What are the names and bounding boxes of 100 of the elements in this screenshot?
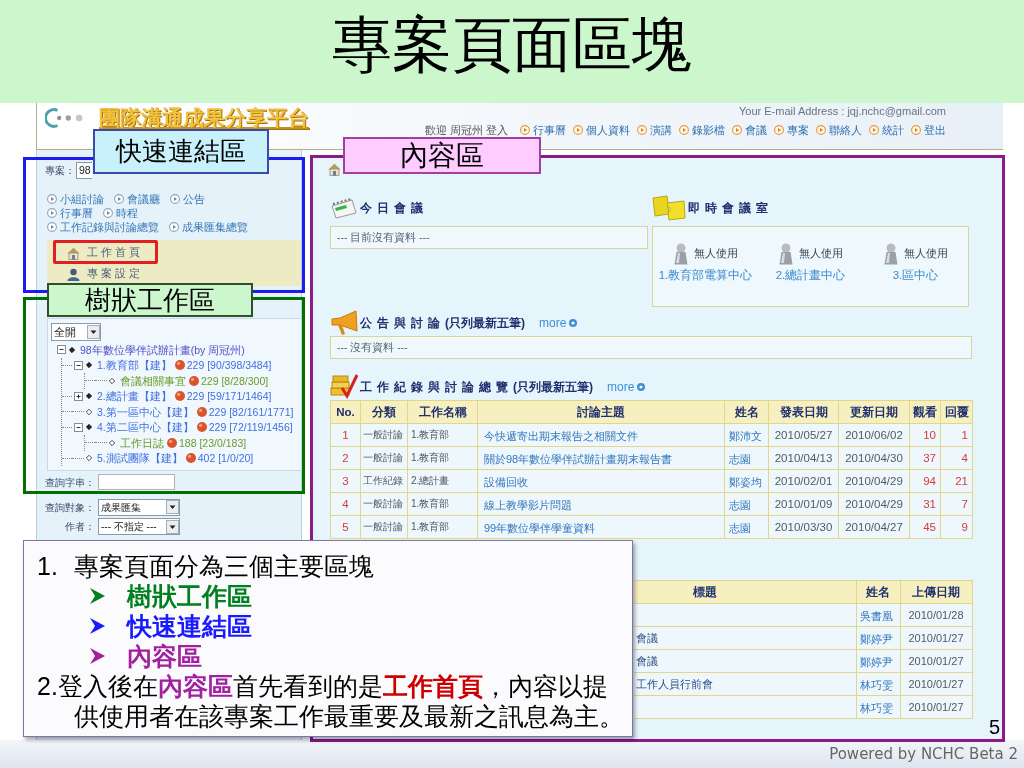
tree-item[interactable]: 2.總計畫【建】 xyxy=(97,389,172,404)
table-cell: 工作紀錄 xyxy=(360,469,408,493)
nav-link[interactable]: 專案 xyxy=(774,124,809,136)
dot-icon xyxy=(569,319,578,327)
room-link[interactable]: 1.教育部電算中心 xyxy=(658,268,753,282)
nav-link[interactable]: 錄影檔 xyxy=(679,124,725,136)
arrow-circle-icon xyxy=(911,125,921,135)
topic-link[interactable]: 設備回收 xyxy=(484,475,528,488)
search-input[interactable] xyxy=(98,474,175,490)
tree-item[interactable]: 98年數位學伴試辦計畫(by 周冠州) xyxy=(80,342,245,357)
region-label: 樹狀工作區 xyxy=(47,283,253,317)
table-cell: 2.總計畫 xyxy=(407,469,478,493)
filter-select[interactable]: 成果匯集 xyxy=(98,498,180,516)
table-cell: 2 xyxy=(330,446,361,470)
table-cell: 2010/01/27 xyxy=(900,695,972,719)
megaphone-icon xyxy=(330,310,358,336)
nav-link[interactable]: 登出 xyxy=(911,124,946,136)
more-link[interactable]: more xyxy=(607,378,646,396)
nav-link[interactable]: 聯絡人 xyxy=(816,124,862,136)
table-cell: 9 xyxy=(940,515,973,539)
arrow-circle-icon xyxy=(47,222,57,232)
room-link[interactable]: 2.總計畫中心 xyxy=(775,268,846,282)
arrow-circle-icon xyxy=(774,125,784,135)
menu-item[interactable]: 工作首頁 xyxy=(47,246,301,260)
table-cell: 2010/04/30 xyxy=(838,446,910,470)
room-link[interactable]: 3.區中心 xyxy=(892,268,939,282)
tree-item[interactable]: 會議相關事宜 xyxy=(120,373,186,388)
table-cell: 1.教育部 xyxy=(407,446,478,470)
room-status: 無人使用 xyxy=(693,246,738,262)
column-header: 姓名 xyxy=(856,580,900,604)
table-cell: 2010/04/29 xyxy=(838,492,910,516)
collapse-toggle-icon[interactable] xyxy=(56,345,66,355)
column-header: 工作名稱 xyxy=(407,400,478,424)
collapse-toggle-icon[interactable] xyxy=(73,422,83,432)
ball-icon xyxy=(167,437,177,448)
table-cell: 21 xyxy=(940,469,973,493)
quick-link[interactable]: 時程 xyxy=(103,206,138,220)
table-cell: 4 xyxy=(330,492,361,516)
nav-link[interactable]: 行事曆 xyxy=(520,124,566,136)
slide-title: 專案頁面區塊 xyxy=(332,14,692,80)
table-cell: 2010/02/01 xyxy=(768,469,839,493)
table-cell: 2010/01/09 xyxy=(768,492,839,516)
table-cell: 2010/05/27 xyxy=(768,423,839,447)
quick-link[interactable]: 工作記錄與討論總覽 xyxy=(47,220,159,234)
tree-item[interactable]: 5.測試團隊【建】 xyxy=(97,451,183,466)
project-select[interactable]: 98 xyxy=(76,162,92,179)
tree-item-count: 229 [82/161/1771] xyxy=(208,404,294,419)
quick-link[interactable]: 小組討論 xyxy=(47,192,104,206)
tree-item-count: 188 [23/0/183] xyxy=(179,435,247,450)
nav-link[interactable]: 個人資料 xyxy=(573,124,630,136)
callout-text: 專案頁面分為三個主要區塊 xyxy=(74,551,374,581)
arrow-circle-icon xyxy=(679,125,689,135)
nav-link[interactable]: 統計 xyxy=(869,124,904,136)
arrow-circle-icon xyxy=(869,125,879,135)
expand-select[interactable]: 全開 xyxy=(51,323,101,341)
tree-item[interactable]: 1.教育部【建】 xyxy=(97,358,172,373)
table-cell: 1 xyxy=(330,423,361,447)
quick-link[interactable]: 行事曆 xyxy=(47,206,93,220)
table-cell: 2010/03/30 xyxy=(768,515,839,539)
quick-link[interactable]: 成果匯集總覽 xyxy=(169,220,248,234)
room-status: 無人使用 xyxy=(798,246,843,262)
expand-toggle-icon[interactable] xyxy=(73,391,83,401)
nav-link[interactable]: 演講 xyxy=(637,124,672,136)
puzzle-icon xyxy=(652,195,686,221)
arrow-circle-icon xyxy=(114,194,124,204)
quick-link[interactable]: 公告 xyxy=(170,192,205,206)
person-icon xyxy=(67,267,80,281)
house-icon xyxy=(328,163,341,176)
footer-text: Powered by NCHC Beta 2 xyxy=(829,743,1018,765)
menu-item[interactable]: 專案設定 xyxy=(47,267,301,281)
table-cell: 1.教育部 xyxy=(407,423,478,447)
table-cell: 一般討論 xyxy=(360,446,408,470)
column-header: 更新日期 xyxy=(838,400,910,424)
collapse-toggle-icon[interactable] xyxy=(73,360,83,370)
tree-item[interactable]: 工作日誌 xyxy=(120,435,164,450)
logo-icon xyxy=(45,108,85,128)
quick-link[interactable]: 會議廳 xyxy=(114,192,160,206)
arrow-bullet-icon xyxy=(90,648,105,664)
table-cell: 2010/01/27 xyxy=(900,649,972,673)
filter-select[interactable]: --- 不指定 --- xyxy=(98,518,180,535)
topic-link[interactable]: 線上教學影片問題 xyxy=(484,498,572,511)
bullet-text: 樹狀工作區 xyxy=(127,581,252,611)
column-header: 討論主題 xyxy=(477,400,725,424)
arrow-circle-icon xyxy=(170,194,180,204)
table-cell: 10 xyxy=(909,423,941,447)
tree-item[interactable]: 3.第一區中心【建】 xyxy=(97,404,194,419)
table-cell: 5 xyxy=(330,515,361,539)
table-cell: 2010/01/27 xyxy=(900,626,972,650)
page-number: 5 xyxy=(989,716,1001,738)
diamond-icon xyxy=(109,439,115,446)
nav-link[interactable]: 會議 xyxy=(732,124,767,136)
more-link[interactable]: more xyxy=(539,314,578,332)
column-header: 姓名 xyxy=(724,400,769,424)
tree-item[interactable]: 4.第二區中心【建】 xyxy=(97,420,194,435)
ball-icon xyxy=(196,406,207,417)
field-label: 專案： xyxy=(45,164,75,178)
tree-item-count: 229 [72/119/1456] xyxy=(208,420,293,435)
arrow-circle-icon xyxy=(103,208,113,218)
tree-item-count: 229 [90/398/3484] xyxy=(186,358,272,373)
diamond-icon xyxy=(86,362,92,369)
